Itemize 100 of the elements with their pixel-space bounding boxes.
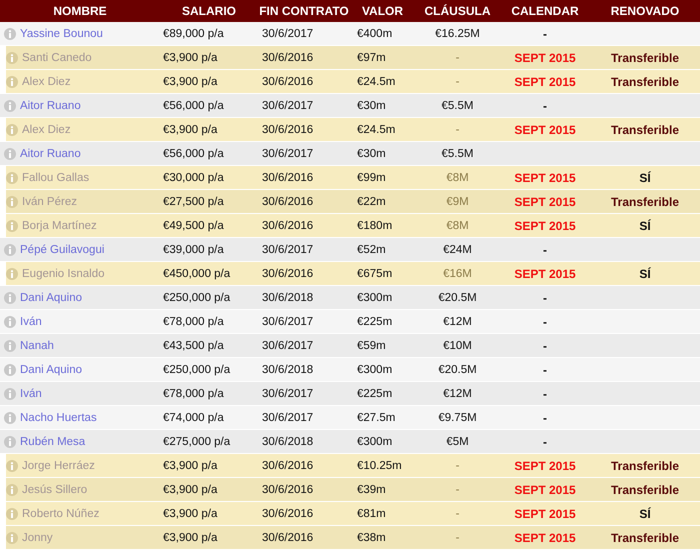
info-icon[interactable] (6, 196, 18, 208)
contract-end-cell-text: 30/6/2017 (261, 100, 314, 112)
value-cell-text: €52m (356, 244, 387, 256)
clause-cell: €20.5M (438, 364, 477, 376)
info-icon[interactable] (4, 244, 16, 256)
player-name-link[interactable]: Alex Diez (22, 76, 71, 88)
calendar-cell: - (543, 434, 547, 448)
value-cell-text: €99m (356, 172, 387, 184)
clause-cell: €9M (446, 196, 469, 208)
calendar-cell: SEPT 2015 (514, 194, 576, 208)
value-cell-text: €300m (356, 436, 394, 448)
salary-cell-text: €27,500 p/a (162, 196, 225, 208)
info-icon[interactable] (4, 148, 16, 160)
calendar-cell: SEPT 2015 (514, 74, 576, 88)
player-name-link[interactable]: Iván Pérez (22, 196, 77, 208)
clause-cell: €24M (443, 244, 472, 256)
renewed-cell: SÍ (639, 506, 651, 520)
player-name-link[interactable]: Dani Aquino (20, 292, 82, 304)
salary-cell-text: €3,900 p/a (162, 484, 218, 496)
player-name-link[interactable]: Eugenio Isnaldo (22, 268, 104, 280)
renewed-cell: Transferible (610, 122, 680, 136)
value-cell-text: €10.25m (356, 460, 403, 472)
info-icon[interactable] (6, 484, 18, 496)
player-name-link[interactable]: Aitor Ruano (20, 100, 81, 112)
player-name-link[interactable]: Iván (20, 316, 42, 328)
player-name-link[interactable]: Jesús Sillero (22, 484, 88, 496)
clause-cell: €12M (443, 316, 472, 328)
info-icon[interactable] (4, 412, 16, 424)
salary-cell-text: €250,000 p/a (162, 292, 232, 304)
player-name-link[interactable]: Nacho Huertas (20, 412, 97, 424)
salary-cell-text: €3,900 p/a (162, 76, 218, 88)
info-icon[interactable] (4, 316, 16, 328)
calendar-cell: SEPT 2015 (514, 218, 576, 232)
clause-cell: - (456, 508, 460, 520)
value-cell-text: €24.5m (356, 124, 396, 136)
player-name-link[interactable]: Jorge Herráez (22, 460, 95, 472)
player-name-link[interactable]: Alex Diez (22, 124, 71, 136)
calendar-cell: - (543, 98, 547, 112)
info-icon[interactable] (6, 508, 18, 520)
contract-end-cell-text: 30/6/2017 (261, 412, 314, 424)
player-name-link[interactable]: Yassine Bounou (20, 28, 103, 40)
info-icon[interactable] (6, 52, 18, 64)
calendar-cell: SEPT 2015 (514, 506, 576, 520)
info-icon[interactable] (4, 100, 16, 112)
column-header: NOMBRE (53, 4, 107, 18)
player-name-link[interactable]: Jonny (22, 532, 53, 544)
contract-end-cell-text: 30/6/2016 (261, 172, 314, 184)
player-name-link[interactable]: Iván (20, 388, 42, 400)
contract-end-cell-text: 30/6/2017 (261, 388, 314, 400)
player-name-link[interactable]: Aitor Ruano (20, 148, 81, 160)
value-cell-text: €30m (356, 100, 387, 112)
info-icon[interactable] (4, 28, 16, 40)
calendar-cell: SEPT 2015 (514, 122, 576, 136)
info-icon[interactable] (6, 532, 18, 544)
player-name-link[interactable]: Roberto Núñez (22, 508, 100, 520)
salary-cell-text: €3,900 p/a (162, 460, 218, 472)
calendar-cell: - (543, 314, 547, 328)
calendar-cell: - (543, 338, 547, 352)
info-icon[interactable] (6, 124, 18, 136)
player-name-link[interactable]: Fallou Gallas (22, 172, 90, 184)
info-icon[interactable] (4, 364, 16, 376)
clause-cell: €20.5M (438, 292, 477, 304)
contract-end-cell-text: 30/6/2016 (261, 484, 314, 496)
player-name-link[interactable]: Borja Martínez (22, 220, 97, 232)
salary-cell-text: €49,500 p/a (162, 220, 225, 232)
salary-cell-text: €56,000 p/a (162, 100, 225, 112)
clause-cell: €8M (446, 220, 469, 232)
info-icon[interactable] (6, 460, 18, 472)
contract-end-cell-text: 30/6/2016 (261, 508, 314, 520)
salary-cell-text: €43,500 p/a (162, 340, 225, 352)
renewed-cell: Transferible (610, 458, 680, 472)
info-icon[interactable] (4, 388, 16, 400)
info-icon[interactable] (4, 436, 16, 448)
info-icon[interactable] (6, 76, 18, 88)
calendar-cell: SEPT 2015 (514, 50, 576, 64)
contract-end-cell-text: 30/6/2017 (261, 340, 314, 352)
value-cell-text: €97m (356, 52, 387, 64)
player-name-link[interactable]: Santi Canedo (22, 52, 92, 64)
renewed-cell: Transferible (610, 530, 680, 544)
value-cell-text: €22m (356, 196, 387, 208)
contract-end-cell-text: 30/6/2017 (261, 28, 314, 40)
salary-cell-text: €78,000 p/a (162, 388, 225, 400)
salary-cell-text: €250,000 p/a (162, 364, 232, 376)
info-icon[interactable] (6, 268, 18, 280)
info-icon[interactable] (6, 172, 18, 184)
contract-end-cell-text: 30/6/2016 (261, 460, 314, 472)
contract-end-cell-text: 30/6/2017 (261, 316, 314, 328)
value-cell-text: €400m (356, 28, 394, 40)
info-icon[interactable] (6, 220, 18, 232)
player-name-link[interactable]: Dani Aquino (20, 364, 82, 376)
info-icon[interactable] (4, 340, 16, 352)
calendar-cell: - (543, 386, 547, 400)
clause-cell: €12M (443, 388, 472, 400)
info-icon[interactable] (4, 292, 16, 304)
calendar-cell: - (543, 410, 547, 424)
contract-end-cell-text: 30/6/2016 (261, 52, 314, 64)
player-name-link[interactable]: Nanah (20, 340, 54, 352)
player-name-link[interactable]: Rubén Mesa (20, 436, 86, 448)
player-name-link[interactable]: Pépé Guilavogui (20, 244, 104, 256)
contract-end-cell-text: 30/6/2016 (261, 268, 314, 280)
